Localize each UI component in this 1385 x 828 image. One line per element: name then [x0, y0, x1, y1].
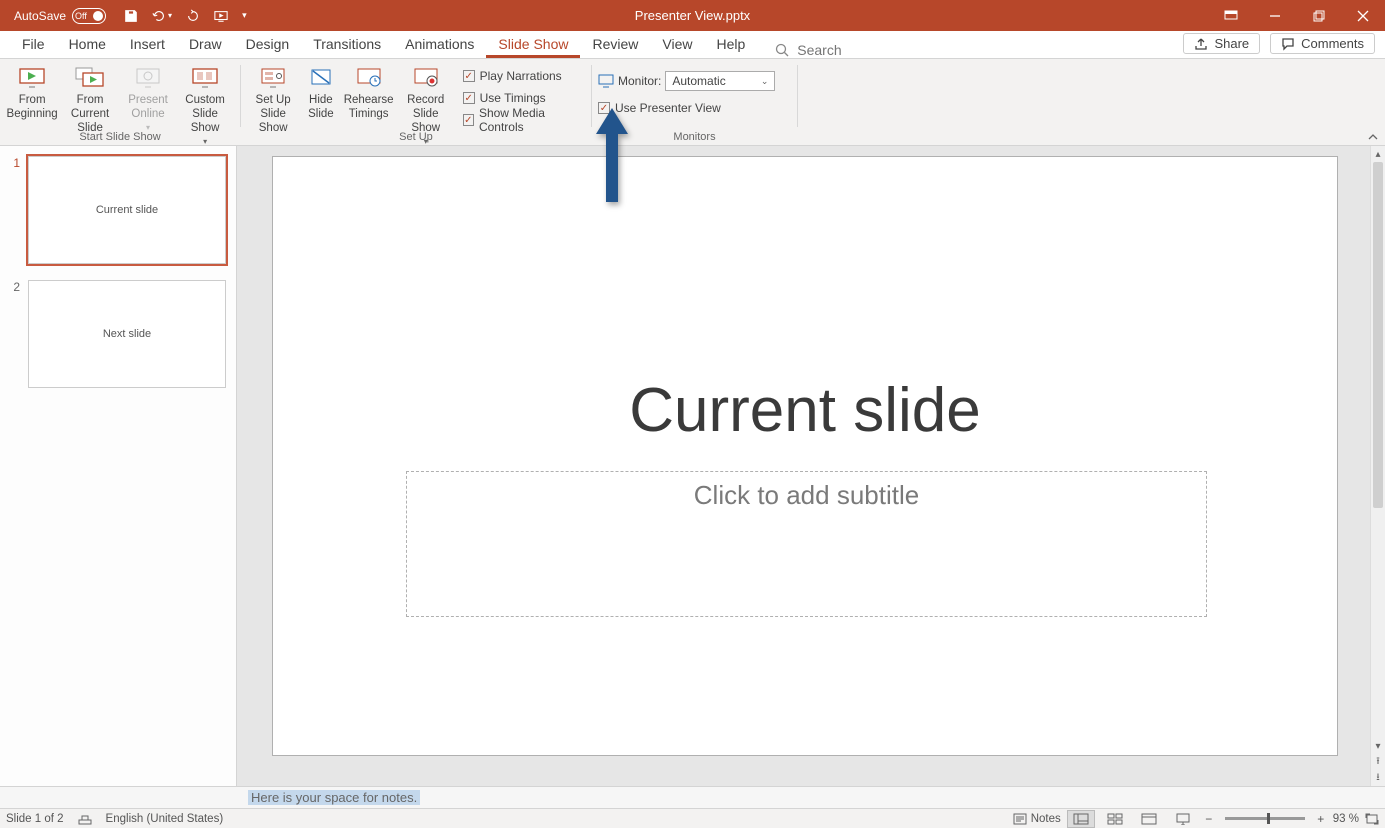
reading-view-button[interactable]	[1135, 810, 1163, 828]
record-icon	[410, 65, 442, 91]
slide-subtitle-placeholder[interactable]: Click to add subtitle	[406, 471, 1207, 617]
scroll-up-icon[interactable]: ▴	[1371, 146, 1385, 162]
tab-file[interactable]: File	[10, 32, 57, 58]
autosave-label: AutoSave	[14, 9, 66, 23]
from-current-icon	[74, 65, 106, 91]
qat-more-icon[interactable]: ▾	[242, 10, 247, 21]
custom-show-icon	[189, 65, 221, 91]
group-label-start: Start Slide Show	[0, 131, 240, 143]
repeat-icon[interactable]	[186, 9, 200, 23]
tab-insert[interactable]: Insert	[118, 32, 177, 58]
slide-title[interactable]: Current slide	[273, 375, 1337, 446]
share-icon	[1194, 37, 1208, 51]
hide-slide-icon	[305, 65, 337, 91]
search-icon	[775, 43, 789, 57]
notes-button[interactable]: Notes	[1013, 813, 1061, 825]
undo-icon[interactable]: ▾	[152, 9, 172, 23]
tab-design[interactable]: Design	[234, 32, 302, 58]
notes-text: Here is your space for notes.	[248, 790, 420, 805]
language-status[interactable]: English (United States)	[106, 813, 224, 825]
minimize-button[interactable]	[1253, 0, 1297, 31]
from-beginning-button[interactable]: From Beginning	[6, 63, 58, 121]
group-label-setup: Set Up	[241, 131, 591, 143]
show-media-controls-checkbox[interactable]: ✓Show Media Controls	[463, 109, 585, 131]
slide-show-view-button[interactable]	[1169, 810, 1197, 828]
rehearse-timings-button[interactable]: Rehearse Timings	[342, 63, 394, 121]
zoom-slider[interactable]	[1225, 817, 1305, 820]
rehearse-icon	[353, 65, 385, 91]
annotation-arrow	[594, 108, 630, 202]
present-online-button[interactable]: Present Online▾	[122, 63, 174, 135]
setup-show-icon	[257, 65, 289, 91]
status-bar: Slide 1 of 2 English (United States) Not…	[0, 808, 1385, 828]
comments-button[interactable]: Comments	[1270, 33, 1375, 54]
next-slide-icon[interactable]: ⭳	[1371, 770, 1385, 786]
tell-me-search[interactable]	[775, 42, 1183, 58]
tab-home[interactable]: Home	[57, 32, 118, 58]
from-beginning-icon	[16, 65, 48, 91]
ribbon-display-icon[interactable]	[1209, 0, 1253, 31]
monitor-icon	[598, 74, 614, 88]
zoom-level[interactable]: 93 %	[1333, 813, 1359, 825]
zoom-in-button[interactable]: +	[1315, 813, 1327, 825]
share-button[interactable]: Share	[1183, 33, 1260, 54]
collapse-ribbon-icon[interactable]	[1367, 131, 1379, 143]
scrollbar-thumb[interactable]	[1373, 162, 1383, 508]
fit-to-window-button[interactable]	[1365, 813, 1379, 825]
hide-slide-button[interactable]: Hide Slide	[301, 63, 340, 121]
tab-review[interactable]: Review	[580, 32, 650, 58]
slide-sorter-view-button[interactable]	[1101, 810, 1129, 828]
notes-pane[interactable]: Here is your space for notes.	[0, 786, 1385, 808]
start-from-beginning-icon[interactable]	[214, 9, 228, 23]
slide-counter: Slide 1 of 2	[6, 813, 64, 825]
present-online-icon	[132, 65, 164, 91]
tab-animations[interactable]: Animations	[393, 32, 486, 58]
zoom-out-button[interactable]: −	[1203, 813, 1215, 825]
setup-slide-show-button[interactable]: Set Up Slide Show	[247, 63, 299, 135]
close-button[interactable]	[1341, 0, 1385, 31]
chevron-down-icon: ⌄	[761, 76, 769, 87]
scroll-down-icon[interactable]: ▾	[1371, 738, 1385, 754]
normal-view-button[interactable]	[1067, 810, 1095, 828]
vertical-scrollbar[interactable]: ▴ ▾ ⭱ ⭳	[1370, 146, 1385, 786]
tab-view[interactable]: View	[650, 32, 704, 58]
slide: Current slide Click to add subtitle	[272, 156, 1338, 756]
workspace: 1 Current slide 2 Next slide Current sli…	[0, 146, 1385, 786]
ribbon-tabs: File Home Insert Draw Design Transitions…	[0, 31, 1385, 59]
autosave-toggle[interactable]: AutoSave Off	[14, 8, 106, 24]
monitor-select[interactable]: Automatic⌄	[665, 71, 775, 91]
comments-icon	[1281, 37, 1295, 51]
accessibility-icon[interactable]	[78, 813, 92, 825]
from-current-slide-button[interactable]: From Current Slide	[60, 63, 120, 135]
maximize-button[interactable]	[1297, 0, 1341, 31]
slide-canvas[interactable]: Current slide Click to add subtitle	[0, 146, 1370, 786]
monitor-label: Monitor:	[618, 74, 661, 88]
ribbon: From Beginning From Current Slide Presen…	[0, 59, 1385, 146]
tab-transitions[interactable]: Transitions	[301, 32, 393, 58]
prev-slide-icon[interactable]: ⭱	[1371, 754, 1385, 770]
save-icon[interactable]	[124, 9, 138, 23]
search-input[interactable]	[797, 42, 917, 58]
title-bar: AutoSave Off ▾ ▾ Presenter View.pptx	[0, 0, 1385, 31]
tab-help[interactable]: Help	[704, 32, 757, 58]
tab-slide-show[interactable]: Slide Show	[486, 32, 580, 58]
tab-draw[interactable]: Draw	[177, 32, 234, 58]
play-narrations-checkbox[interactable]: ✓Play Narrations	[463, 65, 585, 87]
